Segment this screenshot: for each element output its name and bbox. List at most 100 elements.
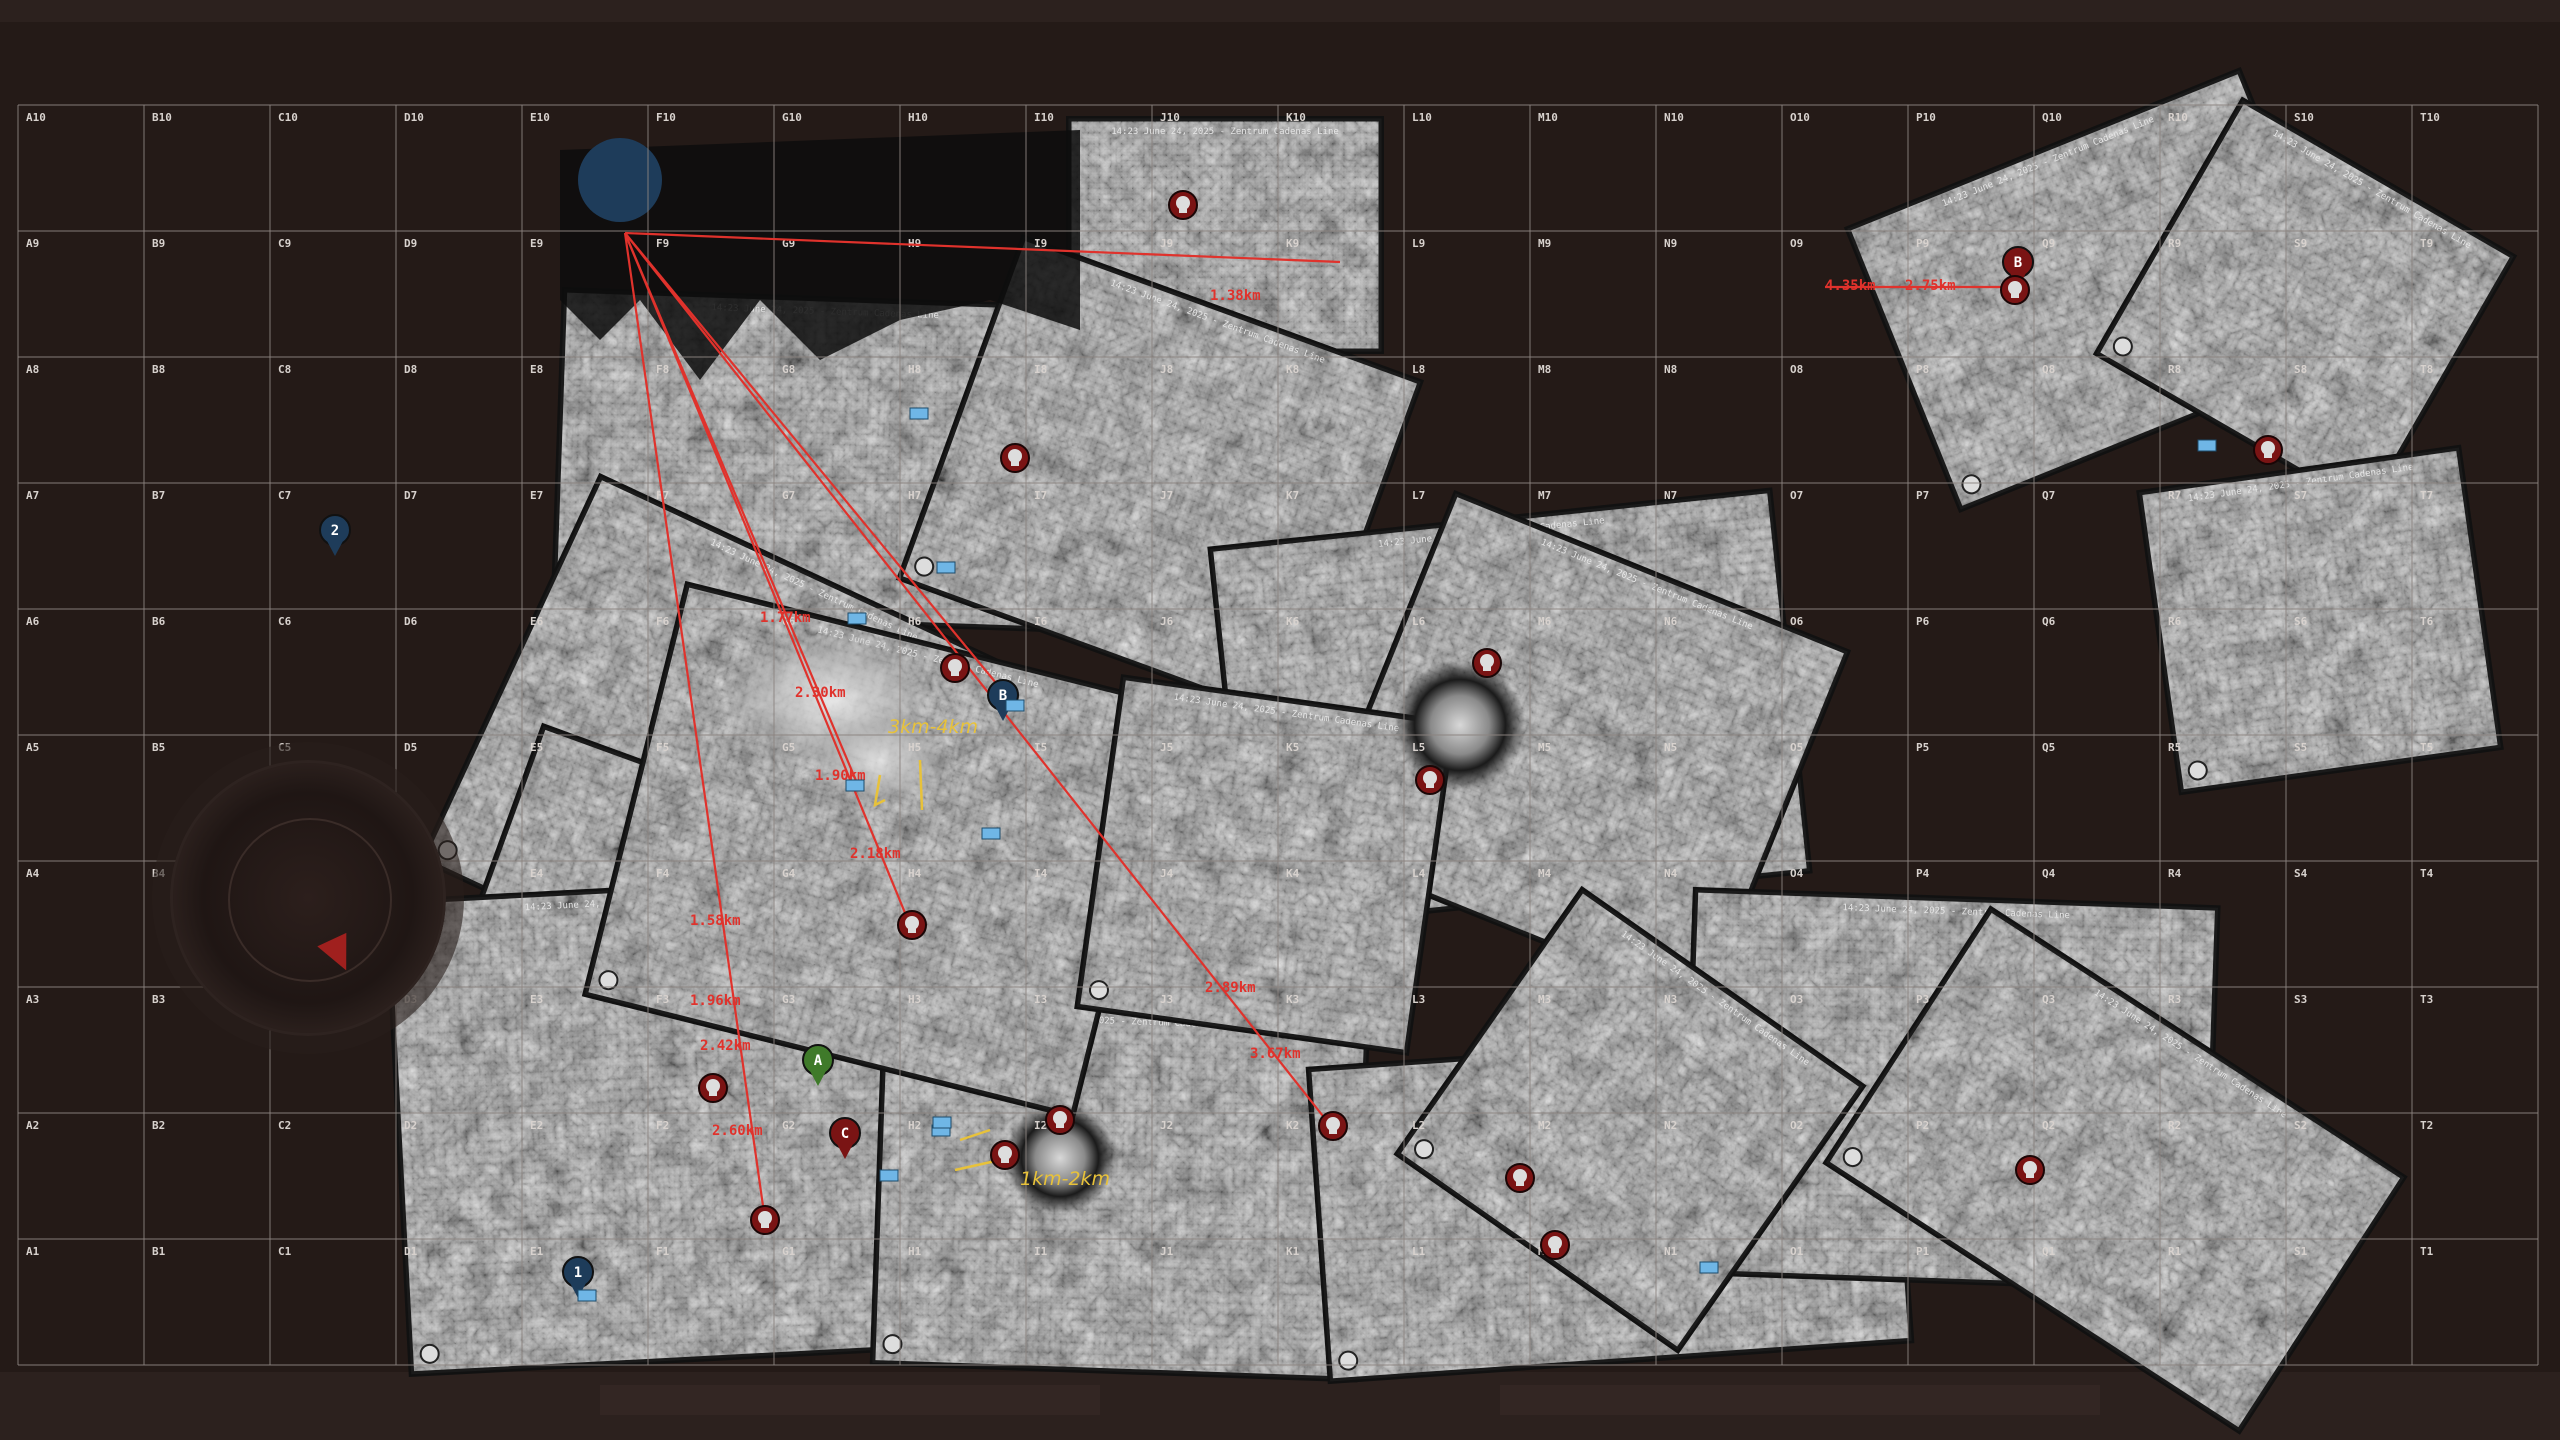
grid-cell-label: K9 bbox=[1286, 237, 1299, 250]
grid-cell-label: H6 bbox=[908, 615, 922, 628]
enemy-skull-marker[interactable] bbox=[1540, 1230, 1570, 1260]
grid-cell-label: T6 bbox=[2420, 615, 2434, 628]
annotation-1-2km: 1km-2km bbox=[1020, 1168, 1110, 1190]
grid-cell-label: E8 bbox=[530, 363, 543, 376]
grid-cell-label: L9 bbox=[1412, 237, 1425, 250]
grid-cell-label: C1 bbox=[278, 1245, 292, 1258]
grid-cell-label: D8 bbox=[404, 363, 417, 376]
grid-cell-label: J1 bbox=[1160, 1245, 1174, 1258]
enemy-skull-marker[interactable] bbox=[897, 910, 927, 940]
grid-cell-label: M9 bbox=[1538, 237, 1551, 250]
grid-cell-label: J5 bbox=[1160, 741, 1173, 754]
grid-cell-label: S6 bbox=[2294, 615, 2308, 628]
grid-cell-label: Q5 bbox=[2042, 741, 2055, 754]
grid-cell-label: Q6 bbox=[2042, 615, 2056, 628]
grid-cell-label: P1 bbox=[1916, 1245, 1930, 1258]
compass-widget[interactable] bbox=[170, 760, 446, 1036]
grid-cell-label: R7 bbox=[2168, 489, 2181, 502]
grid-cell-label: O2 bbox=[1790, 1119, 1803, 1132]
enemy-skull-marker[interactable] bbox=[1045, 1105, 1075, 1135]
grid-cell-label: R4 bbox=[2168, 867, 2182, 880]
grid-cell-label: N8 bbox=[1664, 363, 1677, 376]
grid-cell-label: K2 bbox=[1286, 1119, 1299, 1132]
grid-cell-label: M8 bbox=[1538, 363, 1551, 376]
svg-text:2: 2 bbox=[331, 523, 339, 539]
grid-cell-label: O3 bbox=[1790, 993, 1803, 1006]
enemy-skull-marker[interactable] bbox=[1415, 765, 1445, 795]
grid-cell-label: Q8 bbox=[2042, 363, 2055, 376]
intel-flag-icon[interactable] bbox=[845, 779, 865, 792]
grid-cell-label: I6 bbox=[1034, 615, 1048, 628]
intel-flag-icon[interactable] bbox=[1005, 699, 1025, 712]
enemy-skull-marker[interactable] bbox=[750, 1205, 780, 1235]
grid-cell-label: K1 bbox=[1286, 1245, 1300, 1258]
enemy-skull-marker[interactable] bbox=[2253, 435, 2283, 465]
grid-cell-label: J6 bbox=[1160, 615, 1174, 628]
intel-flag-icon[interactable] bbox=[879, 1169, 899, 1182]
grid-cell-label: T3 bbox=[2420, 993, 2433, 1006]
grid-cell-label: M3 bbox=[1538, 993, 1551, 1006]
svg-text:C: C bbox=[841, 1126, 849, 1142]
grid-cell-label: M7 bbox=[1538, 489, 1551, 502]
enemy-skull-marker[interactable] bbox=[1318, 1111, 1348, 1141]
grid-cell-label: I10 bbox=[1034, 111, 1054, 124]
grid-cell-label: G7 bbox=[782, 489, 795, 502]
grid-cell-label: L3 bbox=[1412, 993, 1425, 1006]
intel-flag-icon[interactable] bbox=[909, 407, 929, 420]
grid-cell-label: O10 bbox=[1790, 111, 1810, 124]
enemy-skull-marker[interactable] bbox=[2000, 275, 2030, 305]
intel-flag-icon[interactable] bbox=[936, 561, 956, 574]
grid-cell-label: J2 bbox=[1160, 1119, 1173, 1132]
grid-cell-label: L4 bbox=[1412, 867, 1426, 880]
enemy-skull-marker[interactable] bbox=[1472, 648, 1502, 678]
grid-cell-label: H8 bbox=[908, 363, 921, 376]
enemy-skull-marker[interactable] bbox=[2015, 1155, 2045, 1185]
grid-cell-label: Q7 bbox=[2042, 489, 2055, 502]
grid-cell-label: G3 bbox=[782, 993, 795, 1006]
grid-cell-label: N6 bbox=[1664, 615, 1678, 628]
grid-cell-label: O8 bbox=[1790, 363, 1803, 376]
svg-text:A: A bbox=[814, 1053, 823, 1069]
grid-cell-label: B8 bbox=[152, 363, 165, 376]
grid-cell-label: I3 bbox=[1034, 993, 1047, 1006]
grid-cell-label: J3 bbox=[1160, 993, 1173, 1006]
enemy-skull-marker[interactable] bbox=[1000, 443, 1030, 473]
intel-flag-icon[interactable] bbox=[1699, 1261, 1719, 1274]
intel-flag-icon[interactable] bbox=[847, 612, 867, 625]
intel-flag-icon[interactable] bbox=[932, 1116, 952, 1129]
grid-cell-label: T4 bbox=[2420, 867, 2434, 880]
grid-cell-label: S7 bbox=[2294, 489, 2307, 502]
grid-cell-label: O6 bbox=[1790, 615, 1804, 628]
enemy-skull-marker[interactable] bbox=[940, 653, 970, 683]
grid-cell-label: A7 bbox=[26, 489, 39, 502]
enemy-skull-marker[interactable] bbox=[698, 1073, 728, 1103]
grid-cell-label: D7 bbox=[404, 489, 417, 502]
range-label: 4.35km bbox=[1825, 278, 1876, 294]
enemy-skull-marker[interactable] bbox=[1505, 1163, 1535, 1193]
grid-cell-label: H4 bbox=[908, 867, 922, 880]
grid-cell-label: S9 bbox=[2294, 237, 2307, 250]
grid-cell-label: B7 bbox=[152, 489, 165, 502]
intel-flag-icon[interactable] bbox=[577, 1289, 597, 1302]
grid-cell-label: G5 bbox=[782, 741, 795, 754]
grid-cell-label: C2 bbox=[278, 1119, 291, 1132]
tactical-map[interactable]: 14:23 June 24, 2025 - Zentrum Cadenas Li… bbox=[0, 0, 2560, 1440]
grid-cell-label: G2 bbox=[782, 1119, 795, 1132]
grid-cell-label: T2 bbox=[2420, 1119, 2433, 1132]
grid-cell-label: D2 bbox=[404, 1119, 417, 1132]
grid-cell-label: R10 bbox=[2168, 111, 2188, 124]
intel-flag-icon[interactable] bbox=[2197, 439, 2217, 452]
grid-cell-label: S10 bbox=[2294, 111, 2314, 124]
grid-cell-label: B3 bbox=[152, 993, 165, 1006]
intel-flag-icon[interactable] bbox=[981, 827, 1001, 840]
range-label: 2.30km bbox=[795, 685, 846, 701]
enemy-skull-marker[interactable] bbox=[1168, 190, 1198, 220]
grid-cell-label: S1 bbox=[2294, 1245, 2308, 1258]
enemy-skull-marker[interactable] bbox=[990, 1140, 1020, 1170]
grid-cell-label: L7 bbox=[1412, 489, 1425, 502]
grid-cell-label: T9 bbox=[2420, 237, 2433, 250]
grid-cell-label: B5 bbox=[152, 741, 165, 754]
range-label: 3.67km bbox=[1250, 1046, 1301, 1062]
grid-cell-label: K10 bbox=[1286, 111, 1306, 124]
grid-cell-label: E6 bbox=[530, 615, 544, 628]
